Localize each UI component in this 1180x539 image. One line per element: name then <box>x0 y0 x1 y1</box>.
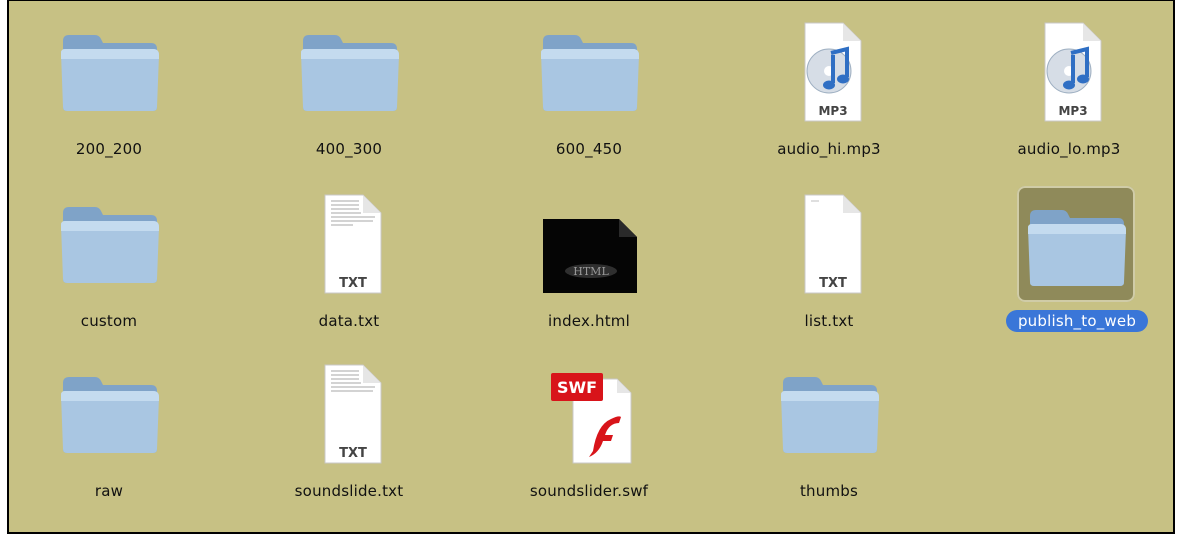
folder-icon[interactable] <box>53 185 165 297</box>
file-type-badge: SWF <box>557 378 597 397</box>
file-label: thumbs <box>799 482 859 500</box>
folder-icon[interactable] <box>53 13 165 125</box>
file-type-badge: HTML <box>573 265 609 278</box>
folder-icon[interactable] <box>773 355 885 467</box>
finder-icon-view[interactable]: 200_200 400_300 600_450 MP3 audio_hi.mp3… <box>7 0 1175 534</box>
file-label: data.txt <box>318 312 380 330</box>
file-label: soundslide.txt <box>294 482 404 500</box>
swf-file-icon[interactable]: SWF <box>533 355 645 467</box>
txt-file-icon[interactable]: TXT <box>293 185 405 297</box>
file-label: raw <box>94 482 124 500</box>
file-item-soundslide-txt[interactable]: TXT soundslide.txt <box>249 343 449 513</box>
file-label: index.html <box>548 312 630 330</box>
folder-icon[interactable] <box>53 355 165 467</box>
file-type-badge: MP3 <box>818 104 847 118</box>
file-label: 600_450 <box>555 140 623 158</box>
txt-file-icon[interactable]: TXT <box>773 185 885 297</box>
file-item-index-html[interactable]: HTML index.html <box>489 173 689 343</box>
html-file-icon[interactable]: HTML <box>533 185 645 297</box>
file-item-400-300[interactable]: 400_300 <box>249 1 449 171</box>
folder-icon[interactable] <box>1017 186 1135 302</box>
file-label: 400_300 <box>315 140 383 158</box>
file-item-audio-hi[interactable]: MP3 audio_hi.mp3 <box>729 1 929 171</box>
file-label: list.txt <box>804 312 854 330</box>
file-item-custom[interactable]: custom <box>9 173 209 343</box>
file-item-audio-lo[interactable]: MP3 audio_lo.mp3 <box>969 1 1169 171</box>
file-label: soundslider.swf <box>529 482 649 500</box>
file-item-data-txt[interactable]: TXT data.txt <box>249 173 449 343</box>
file-item-200-200[interactable]: 200_200 <box>9 1 209 171</box>
folder-icon[interactable] <box>533 13 645 125</box>
file-item-publish-to-web[interactable]: publish_to_web <box>969 173 1169 343</box>
txt-file-icon[interactable]: TXT <box>293 355 405 467</box>
file-item-raw[interactable]: raw <box>9 343 209 513</box>
file-label: audio_lo.mp3 <box>1017 140 1121 158</box>
file-type-badge: TXT <box>819 276 847 291</box>
file-label: audio_hi.mp3 <box>777 140 881 158</box>
file-item-600-450[interactable]: 600_450 <box>489 1 689 171</box>
file-type-badge: MP3 <box>1058 104 1087 118</box>
file-label: publish_to_web <box>1005 310 1149 332</box>
folder-icon[interactable] <box>293 13 405 125</box>
file-item-list-txt[interactable]: TXT list.txt <box>729 173 929 343</box>
file-label: 200_200 <box>75 140 143 158</box>
file-type-badge: TXT <box>339 446 367 461</box>
file-item-thumbs[interactable]: thumbs <box>729 343 929 513</box>
file-type-badge: TXT <box>339 276 367 291</box>
mp3-file-icon[interactable]: MP3 <box>773 13 885 125</box>
mp3-file-icon[interactable]: MP3 <box>1013 13 1125 125</box>
file-item-soundslider-swf[interactable]: SWF soundslider.swf <box>489 343 689 513</box>
file-label: custom <box>80 312 138 330</box>
